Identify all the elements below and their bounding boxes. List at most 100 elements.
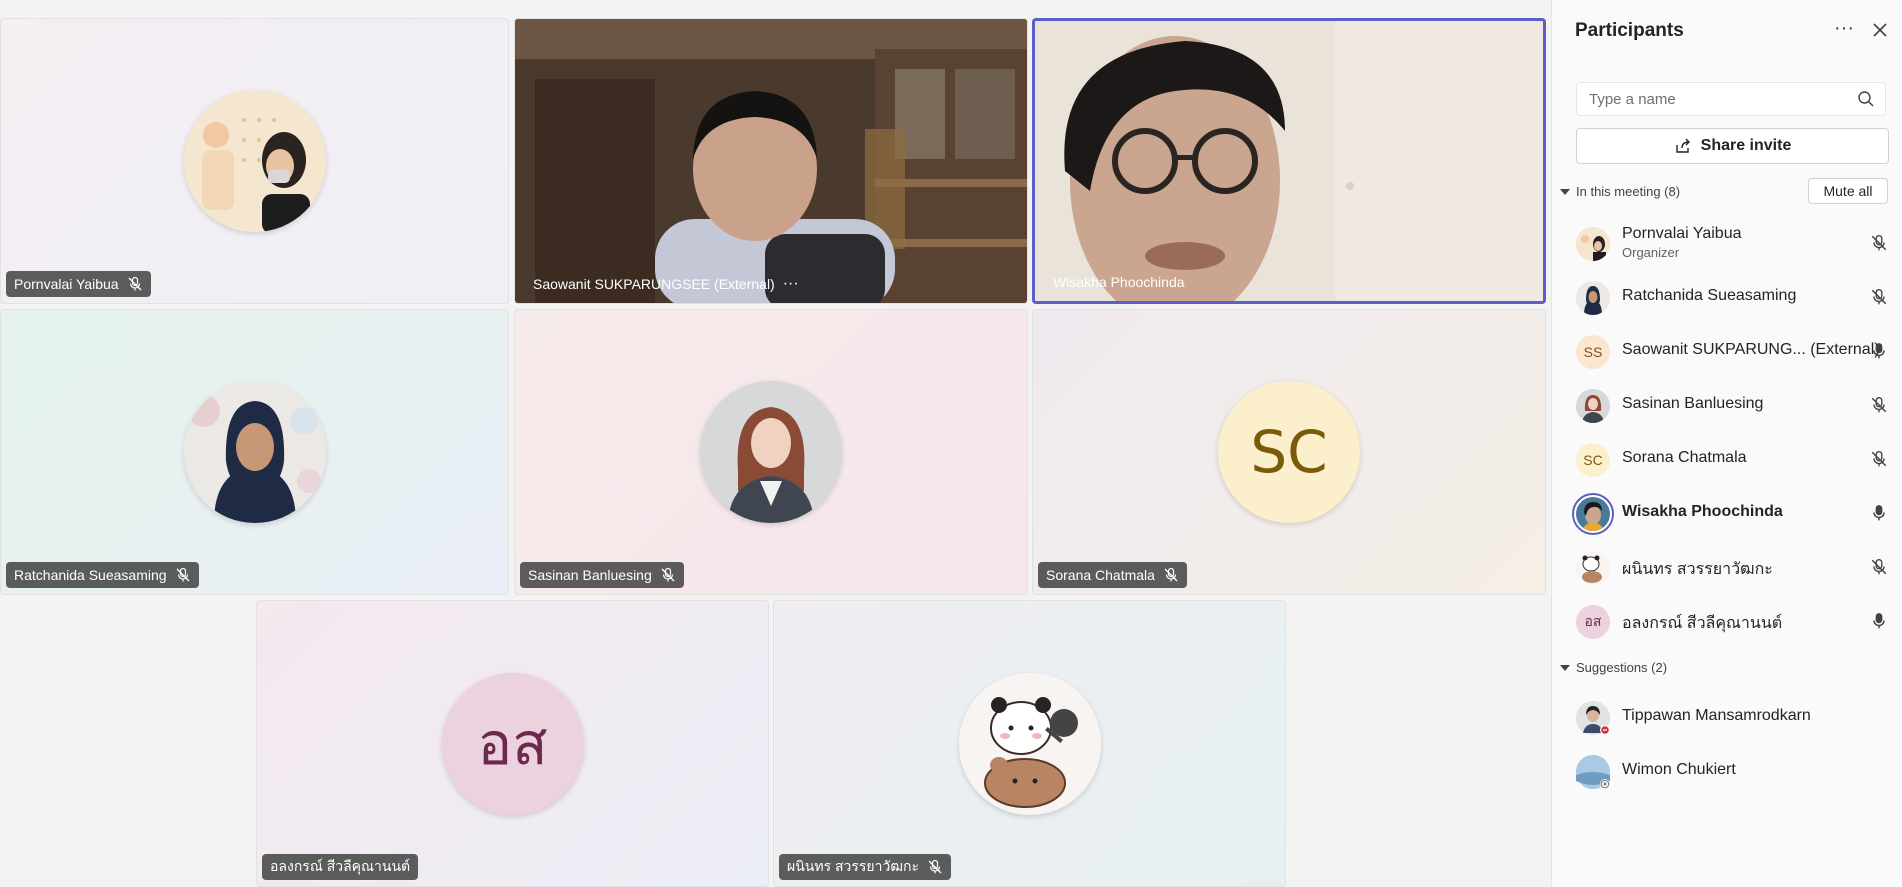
tile-nameplate: ผนินทร สวรรยาวัฒกะ	[779, 854, 951, 880]
in-meeting-section-toggle[interactable]: In this meeting (8)	[1560, 184, 1680, 199]
avatar-initials: อส	[1584, 613, 1602, 629]
more-options-icon[interactable]: ···	[1832, 18, 1856, 42]
avatar-initials: SC	[1250, 418, 1328, 486]
participant-name: Ratchanida Sueasaming	[1622, 287, 1797, 304]
chevron-down-icon	[1560, 188, 1570, 195]
participant-name: Wisakha Phoochinda	[1622, 503, 1783, 520]
participant-name: อลงกรณ์ สีวลีคุณานนต์	[1622, 615, 1783, 632]
mic-on-icon[interactable]	[1870, 503, 1888, 523]
avatar	[1576, 551, 1610, 585]
tile-name: ผนินทร สวรรยาวัฒกะ	[787, 858, 919, 874]
mic-muted-icon[interactable]	[1870, 233, 1888, 253]
avatar: SC	[1576, 443, 1610, 477]
avatar-initials: SS	[1583, 344, 1603, 360]
participant-avatar	[700, 381, 842, 523]
mute-all-button[interactable]: Mute all	[1808, 178, 1888, 204]
avatar-speaking	[1572, 493, 1614, 535]
video-tile[interactable]: ผนินทร สวรรยาวัฒกะ	[773, 600, 1286, 887]
tile-name: Sorana Chatmala	[1046, 567, 1155, 583]
participant-name: ผนินทร สวรรยาวัฒกะ	[1622, 561, 1773, 578]
suggestion-row[interactable]: Tippawan Mansamrodkarn	[1552, 690, 1902, 742]
tile-nameplate: Pornvalai Yaibua	[6, 271, 151, 297]
participant-row[interactable]: อส อลงกรณ์ สีวลีคุณานนต์	[1552, 594, 1902, 646]
participant-name: Pornvalai Yaibua	[1622, 225, 1742, 242]
section-label: In this meeting (8)	[1576, 184, 1681, 199]
share-invite-label: Share invite	[1700, 137, 1792, 154]
mic-muted-icon[interactable]	[1870, 287, 1888, 307]
avatar	[1576, 701, 1610, 735]
search-input[interactable]	[1577, 83, 1861, 115]
mic-muted-icon	[1163, 567, 1179, 583]
participant-row[interactable]: ผนินทร สวรรยาวัฒกะ	[1552, 540, 1902, 592]
video-stage: Pornvalai Yaibua Saowanit SUKPARUNGSEE (…	[0, 0, 1550, 887]
video-tile[interactable]: SC Sorana Chatmala	[1032, 309, 1546, 595]
avatar-initials: SC	[1583, 452, 1603, 468]
video-tile[interactable]: อส อลงกรณ์ สีวลีคุณานนต์	[256, 600, 769, 887]
share-icon	[1675, 138, 1690, 153]
tile-nameplate: Wisakha Phoochinda	[1045, 269, 1193, 295]
suggestion-row[interactable]: Wimon Chukiert	[1552, 744, 1902, 796]
mic-muted-icon	[927, 859, 943, 875]
avatar	[1576, 389, 1610, 423]
video-feed	[1035, 21, 1543, 301]
avatar	[1576, 755, 1610, 789]
tile-name: Pornvalai Yaibua	[14, 276, 119, 292]
participant-avatar: SC	[1218, 381, 1360, 523]
chevron-down-icon	[1560, 664, 1570, 671]
participant-row[interactable]: Wisakha Phoochinda	[1552, 486, 1902, 538]
share-invite-button[interactable]: Share invite	[1576, 128, 1889, 164]
mic-on-icon[interactable]	[1870, 611, 1888, 631]
suggestions-section-toggle[interactable]: Suggestions (2)	[1560, 660, 1667, 675]
participant-name-text: Saowanit SUKPARUNG...	[1622, 341, 1806, 358]
participant-avatar	[183, 381, 326, 523]
participant-row[interactable]: Pornvalai Yaibua Organizer	[1552, 216, 1902, 268]
panel-title: Participants	[1575, 20, 1684, 41]
mic-muted-icon[interactable]	[1870, 557, 1888, 577]
participant-avatar: อส	[441, 672, 584, 815]
video-tile-active-speaker[interactable]: Wisakha Phoochinda	[1032, 18, 1546, 304]
participant-name: Sasinan Banluesing	[1622, 395, 1764, 412]
avatar: อส	[1576, 605, 1610, 639]
participants-panel: Participants ··· Share invite In this me…	[1551, 0, 1902, 887]
avatar-initials: อส	[477, 710, 548, 778]
mic-muted-icon[interactable]	[1870, 395, 1888, 415]
section-label: Suggestions (2)	[1576, 660, 1668, 675]
tile-nameplate: Ratchanida Sueasaming	[6, 562, 199, 588]
video-feed	[515, 19, 1027, 303]
participant-row[interactable]: Sasinan Banluesing	[1552, 378, 1902, 430]
mic-muted-icon	[127, 276, 143, 292]
search-box	[1576, 82, 1886, 116]
participant-row[interactable]: SS Saowanit SUKPARUNG... (External)	[1552, 324, 1902, 376]
video-tile[interactable]: Pornvalai Yaibua	[0, 18, 509, 304]
participant-row[interactable]: SC Sorana Chatmala	[1552, 432, 1902, 484]
tile-nameplate: Sasinan Banluesing	[520, 562, 684, 588]
avatar	[1576, 281, 1610, 315]
search-icon[interactable]	[1857, 90, 1875, 108]
participant-name: Wimon Chukiert	[1622, 761, 1736, 778]
video-tile[interactable]: Saowanit SUKPARUNGSEE (External) ···	[514, 18, 1028, 304]
close-icon[interactable]	[1868, 18, 1892, 42]
avatar: SS	[1576, 335, 1610, 369]
avatar	[1576, 227, 1610, 261]
more-options-icon[interactable]: ···	[783, 275, 799, 293]
mic-muted-icon	[660, 567, 676, 583]
tile-name: Sasinan Banluesing	[528, 567, 652, 583]
tile-nameplate: อลงกรณ์ สีวลีคุณานนต์	[262, 854, 419, 880]
video-tile[interactable]: Ratchanida Sueasaming	[0, 309, 509, 595]
participant-avatar	[183, 90, 326, 232]
tile-name: Ratchanida Sueasaming	[14, 567, 167, 583]
tile-name: Saowanit SUKPARUNGSEE (External)	[533, 276, 775, 292]
participant-name: Tippawan Mansamrodkarn	[1622, 707, 1811, 724]
mic-muted-icon	[175, 567, 191, 583]
participant-avatar	[958, 672, 1101, 815]
tile-name: Wisakha Phoochinda	[1053, 274, 1185, 290]
mic-on-icon[interactable]	[1870, 341, 1888, 361]
participant-role: Organizer	[1622, 245, 1680, 260]
participant-name: Sorana Chatmala	[1622, 449, 1747, 466]
video-tile[interactable]: Sasinan Banluesing	[514, 309, 1028, 595]
tile-nameplate: Sorana Chatmala	[1038, 562, 1187, 588]
tile-name: อลงกรณ์ สีวลีคุณานนต์	[270, 858, 411, 874]
mic-muted-icon[interactable]	[1870, 449, 1888, 469]
participant-row[interactable]: Ratchanida Sueasaming	[1552, 270, 1902, 322]
participant-name: Saowanit SUKPARUNG... (External)	[1622, 341, 1880, 359]
